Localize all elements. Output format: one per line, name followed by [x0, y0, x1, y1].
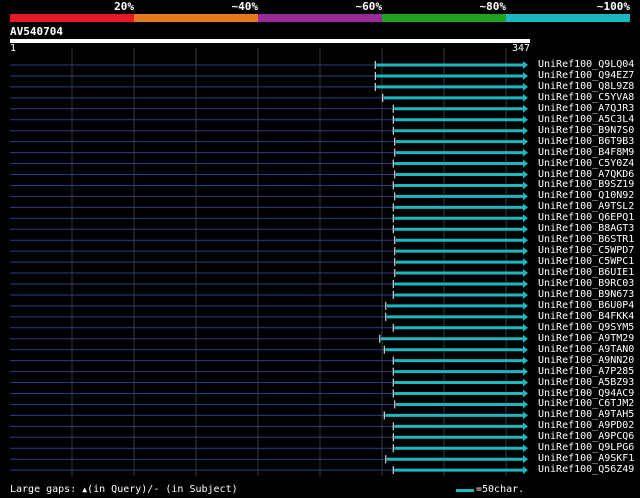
hit-end-arrow-icon — [523, 389, 528, 398]
hit-name-link[interactable]: UniRef100_B6STR1 — [538, 234, 634, 245]
hit-end-arrow-icon — [523, 411, 528, 420]
hit-name-link[interactable]: UniRef100_Q10N92 — [538, 190, 634, 201]
hit-name-link[interactable]: UniRef100_A7P285 — [538, 366, 634, 377]
hit-end-arrow-icon — [523, 192, 528, 201]
gaps-subject-label: - (in Subject) — [153, 484, 238, 495]
hit-end-arrow-icon — [523, 312, 528, 321]
hit-end-arrow-icon — [523, 82, 528, 91]
scale-bar-icon — [456, 488, 474, 492]
hit-name-link[interactable]: UniRef100_B4FKK4 — [538, 311, 634, 322]
hit-name-link[interactable]: UniRef100_Q6EPQ1 — [538, 212, 634, 223]
hit-end-arrow-icon — [523, 181, 528, 190]
hit-end-arrow-icon — [523, 61, 528, 69]
hit-name-link[interactable]: UniRef100_A9SKF1 — [538, 453, 634, 464]
hit-end-arrow-icon — [523, 301, 528, 310]
hit-name-link[interactable]: UniRef100_Q56Z49 — [538, 464, 634, 475]
hit-name-link[interactable]: UniRef100_B6UIE1 — [538, 267, 634, 278]
scale-legend: =50char. — [456, 484, 524, 496]
hit-name-link[interactable]: UniRef100_C5Y0Z4 — [538, 158, 634, 169]
hit-end-arrow-icon — [523, 455, 528, 464]
hit-name-link[interactable]: UniRef100_Q9SYM5 — [538, 322, 634, 333]
hit-name-link[interactable]: UniRef100_Q8L9Z8 — [538, 81, 634, 92]
hit-name-link[interactable]: UniRef100_Q94EZ7 — [538, 70, 634, 81]
hit-end-arrow-icon — [523, 378, 528, 387]
hit-name-link[interactable]: UniRef100_A9NN20 — [538, 355, 634, 366]
hit-name-link[interactable]: UniRef100_A9PD02 — [538, 420, 634, 431]
hit-name-link[interactable]: UniRef100_B4F8M9 — [538, 147, 634, 158]
hit-end-arrow-icon — [523, 444, 528, 453]
gaps-query-label: (in Query)/ — [87, 484, 154, 495]
hit-name-link[interactable]: UniRef100_C5WPD7 — [538, 245, 634, 256]
hit-end-arrow-icon — [523, 290, 528, 299]
hit-end-arrow-icon — [523, 334, 528, 343]
hit-end-arrow-icon — [523, 159, 528, 168]
hit-name-link[interactable]: UniRef100_A9PCQ6 — [538, 431, 634, 442]
hit-name-link[interactable]: UniRef100_A5BZ93 — [538, 377, 634, 388]
hit-end-arrow-icon — [523, 258, 528, 267]
hit-end-arrow-icon — [523, 356, 528, 365]
hit-end-arrow-icon — [523, 433, 528, 442]
gaps-legend: Large gaps: ▲(in Query)/- (in Subject) — [10, 484, 238, 496]
hit-end-arrow-icon — [523, 148, 528, 157]
hit-name-link[interactable]: UniRef100_C5YVA8 — [538, 92, 634, 103]
hit-end-arrow-icon — [523, 345, 528, 354]
hit-end-arrow-icon — [523, 269, 528, 278]
hit-end-arrow-icon — [523, 400, 528, 409]
hit-name-link[interactable]: UniRef100_B6T9B3 — [538, 136, 634, 147]
hit-name-link[interactable]: UniRef100_Q9LPG6 — [538, 442, 634, 453]
hit-end-arrow-icon — [523, 104, 528, 113]
hit-end-arrow-icon — [523, 225, 528, 234]
hit-end-arrow-icon — [523, 93, 528, 102]
hit-name-link[interactable]: UniRef100_B6U0P4 — [538, 300, 634, 311]
hit-name-link[interactable]: UniRef100_B8AGT3 — [538, 223, 634, 234]
hit-name-link[interactable]: UniRef100_B9SZ19 — [538, 179, 634, 190]
hit-name-link[interactable]: UniRef100_A7QJR3 — [538, 103, 634, 114]
hit-end-arrow-icon — [523, 137, 528, 146]
hit-end-arrow-icon — [523, 203, 528, 212]
hit-name-link[interactable]: UniRef100_C5WPC1 — [538, 256, 634, 267]
scale-label: =50char. — [476, 484, 525, 495]
hit-name-link[interactable]: UniRef100_A9TAN0 — [538, 344, 634, 355]
hit-end-arrow-icon — [523, 71, 528, 80]
hit-name-link[interactable]: UniRef100_A9TM29 — [538, 333, 634, 344]
hit-name-link[interactable]: UniRef100_C6TJM2 — [538, 398, 634, 409]
hit-end-arrow-icon — [523, 115, 528, 124]
hit-end-arrow-icon — [523, 247, 528, 256]
hit-name-link[interactable]: UniRef100_B9N673 — [538, 289, 634, 300]
hit-end-arrow-icon — [523, 422, 528, 431]
gaps-prefix: Large gaps: — [10, 484, 77, 495]
hit-end-arrow-icon — [523, 280, 528, 288]
hit-end-arrow-icon — [523, 236, 528, 245]
hit-name-link[interactable]: UniRef100_Q9LQ04 — [538, 59, 634, 70]
hit-end-arrow-icon — [523, 323, 528, 332]
hit-name-link[interactable]: UniRef100_B9N7S0 — [538, 125, 634, 136]
hit-name-link[interactable]: UniRef100_A7QKD6 — [538, 169, 634, 180]
hit-end-arrow-icon — [523, 214, 528, 223]
hit-end-arrow-icon — [523, 466, 528, 475]
hit-end-arrow-icon — [523, 170, 528, 179]
hit-name-link[interactable]: UniRef100_A5C3L4 — [538, 114, 634, 125]
hit-name-link[interactable]: UniRef100_B9RC03 — [538, 278, 634, 289]
hit-end-arrow-icon — [523, 126, 528, 135]
hit-end-arrow-icon — [523, 367, 528, 376]
hit-name-link[interactable]: UniRef100_Q94AC9 — [538, 388, 634, 399]
hit-name-link[interactable]: UniRef100_A9TSL2 — [538, 201, 634, 212]
hit-name-link[interactable]: UniRef100_A9TAH5 — [538, 409, 634, 420]
